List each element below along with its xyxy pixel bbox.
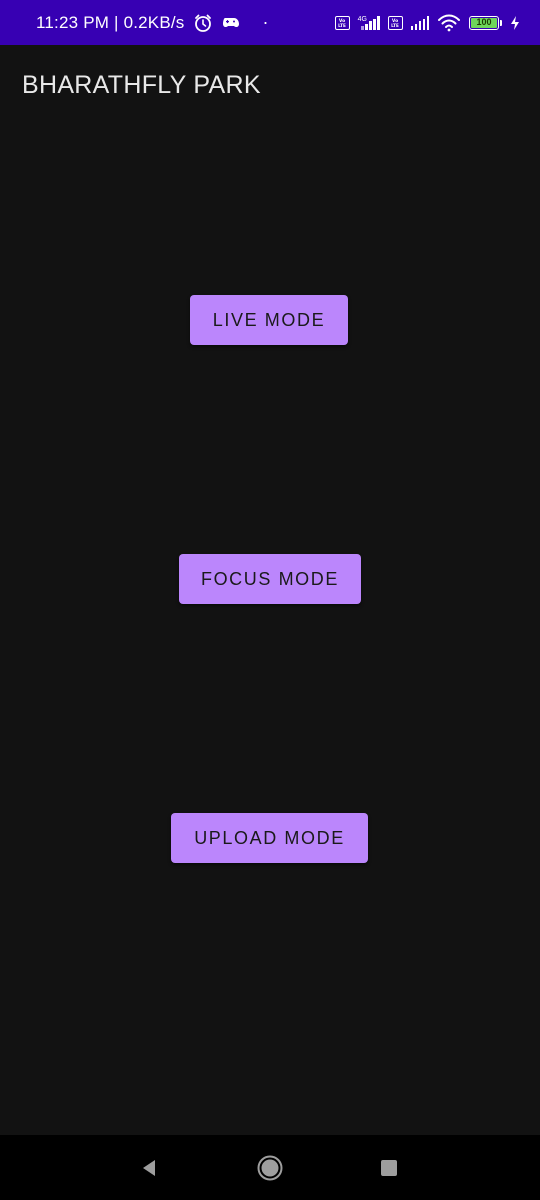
dot-indicator: · (262, 12, 269, 32)
signal-icon (410, 15, 429, 30)
app-screen: 11:23 PM | 0.2KB/s · Vo LTE 4G Vo LTE 10… (0, 0, 540, 1200)
page-title: BHARATHFLY PARK (22, 71, 261, 99)
net-type-label: 4G (357, 15, 367, 23)
status-left: 11:23 PM | 0.2KB/s · (36, 12, 269, 33)
status-right: Vo LTE 4G Vo LTE 100 (334, 14, 520, 32)
alarm-icon (193, 13, 213, 33)
recents-button[interactable] (354, 1135, 424, 1200)
svg-text:LTE: LTE (391, 23, 399, 28)
recents-icon (381, 1159, 397, 1176)
home-icon (257, 1155, 283, 1180)
signal-group-1: 4G (357, 15, 380, 30)
volte-icon: Vo LTE (334, 15, 350, 30)
game-controller-icon (221, 15, 241, 31)
status-time-speed: 11:23 PM | 0.2KB/s (36, 12, 185, 32)
battery-level: 100 (471, 17, 497, 28)
focus-mode-button[interactable]: FOCUS MODE (179, 554, 361, 604)
volte-icon: Vo LTE (387, 15, 403, 30)
svg-text:LTE: LTE (338, 23, 346, 28)
home-button[interactable] (235, 1135, 305, 1200)
upload-mode-button[interactable]: UPLOAD MODE (171, 813, 368, 863)
system-nav-bar (0, 1135, 540, 1200)
back-icon (143, 1159, 155, 1176)
battery-icon: 100 (469, 15, 502, 30)
status-bar: 11:23 PM | 0.2KB/s · Vo LTE 4G Vo LTE 10… (0, 0, 540, 45)
charging-icon (510, 15, 520, 31)
live-mode-button[interactable]: LIVE MODE (190, 295, 348, 345)
app-bar: BHARATHFLY PARK (0, 45, 540, 127)
back-button[interactable] (115, 1135, 185, 1200)
wifi-icon (437, 14, 461, 32)
